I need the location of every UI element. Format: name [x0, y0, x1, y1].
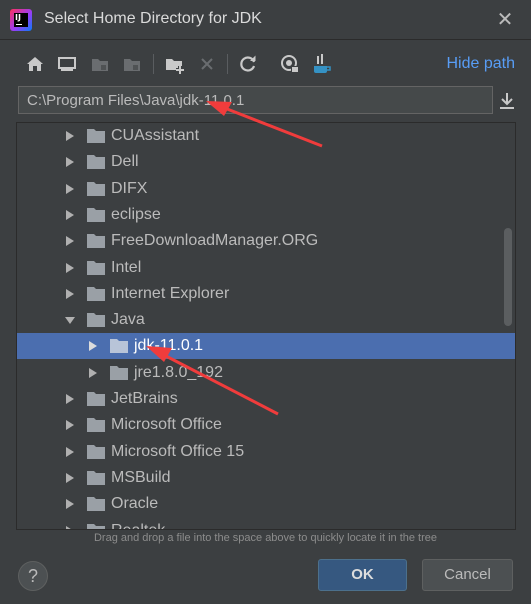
- tree-item[interactable]: CUAssistant: [17, 123, 515, 149]
- tree-item[interactable]: FreeDownloadManager.ORG: [17, 228, 515, 254]
- tree-item[interactable]: Dell: [17, 149, 515, 175]
- dialog-title: Select Home Directory for JDK: [44, 10, 262, 27]
- tree-item-label: FreeDownloadManager.ORG: [111, 232, 319, 250]
- tree-item-label: Java: [111, 311, 145, 329]
- tree-item-label: jre1.8.0_192: [134, 363, 223, 381]
- chevron-right-icon[interactable]: [65, 157, 75, 168]
- help-button[interactable]: ?: [18, 561, 48, 591]
- tree-item-label: DIFX: [111, 179, 148, 197]
- toolbar-divider: [227, 54, 228, 74]
- folder-icon: [87, 129, 105, 143]
- tree-item[interactable]: Realtek: [17, 518, 515, 531]
- tree-item[interactable]: JetBrains: [17, 386, 515, 412]
- tree-item-label: jdk-11.0.1: [134, 337, 204, 355]
- folder-icon: [87, 444, 105, 459]
- tree-item-label: Intel: [111, 258, 142, 276]
- chevron-right-icon[interactable]: [65, 525, 75, 531]
- chevron-right-icon[interactable]: [65, 131, 75, 141]
- new-folder-icon[interactable]: [163, 52, 187, 76]
- toolbar-divider: [153, 54, 154, 74]
- tree-item-label: eclipse: [111, 205, 161, 223]
- tree-item-label: Microsoft Office: [111, 416, 222, 434]
- tree-item[interactable]: Oracle: [17, 491, 515, 517]
- toolbar: Hide path: [0, 48, 531, 80]
- folder-icon: [87, 418, 105, 433]
- folder-icon: [87, 181, 105, 196]
- ok-button[interactable]: OK: [318, 559, 407, 591]
- chevron-right-icon[interactable]: [65, 183, 75, 194]
- tree-item-label: Dell: [111, 153, 139, 171]
- tree-item-label: CUAssistant: [111, 127, 200, 144]
- chevron-right-icon[interactable]: [65, 394, 75, 404]
- chevron-right-icon[interactable]: [65, 262, 75, 273]
- close-icon: ✕: [496, 9, 514, 31]
- title-bar: IJ Select Home Directory for JDK ✕: [0, 0, 531, 40]
- folder-icon: [87, 207, 105, 222]
- tree-item-label: JetBrains: [111, 390, 178, 407]
- tree-item[interactable]: MSBuild: [17, 465, 515, 491]
- chevron-right-icon[interactable]: [65, 236, 75, 247]
- drag-drop-hint: Drag and drop a file into the space abov…: [93, 532, 438, 544]
- tree-item[interactable]: DIFX: [17, 176, 515, 202]
- tree-item[interactable]: Internet Explorer: [17, 281, 515, 307]
- tree-item[interactable]: jdk-11.0.1: [17, 333, 515, 360]
- path-field[interactable]: [18, 86, 493, 114]
- folder-icon: [87, 155, 105, 170]
- desktop-icon[interactable]: [55, 52, 79, 76]
- delete-icon: [195, 52, 219, 76]
- chevron-right-icon[interactable]: [65, 288, 75, 299]
- tree-item-label: Realtek: [111, 521, 166, 530]
- hide-path-link[interactable]: Hide path: [447, 55, 516, 73]
- close-button[interactable]: ✕: [493, 8, 517, 32]
- module-icon: [120, 52, 144, 76]
- tree-item[interactable]: jre1.8.0_192: [17, 360, 515, 386]
- chevron-down-icon[interactable]: [65, 315, 75, 325]
- folder-icon: [87, 313, 105, 328]
- folder-icon: [87, 260, 105, 275]
- folder-icon: [110, 339, 128, 354]
- path-input[interactable]: [19, 87, 492, 113]
- directory-tree[interactable]: CUAssistant Dell DIFX eclipse FreeDownloadMa…: [16, 122, 516, 530]
- folder-icon: [87, 523, 105, 529]
- project-icon: [88, 52, 112, 76]
- chevron-right-icon[interactable]: [65, 420, 75, 431]
- tree-item[interactable]: eclipse: [17, 202, 515, 228]
- tree-item-label: Internet Explorer: [111, 284, 230, 302]
- app-logo-text: IJ: [14, 13, 28, 27]
- tree-item[interactable]: Microsoft Office 15: [17, 439, 515, 465]
- chevron-right-icon[interactable]: [65, 446, 75, 457]
- folder-icon: [87, 470, 105, 485]
- folder-icon: [87, 392, 105, 406]
- help-icon: ?: [27, 566, 38, 586]
- chevron-right-icon[interactable]: [65, 209, 75, 220]
- show-hidden-icon[interactable]: [278, 52, 302, 76]
- chevron-right-icon[interactable]: [88, 367, 98, 378]
- tree-item-label: Oracle: [111, 495, 159, 513]
- folder-icon: [87, 286, 105, 301]
- jdk-icon[interactable]: [310, 52, 334, 76]
- chevron-right-icon[interactable]: [65, 472, 75, 483]
- cancel-button[interactable]: Cancel: [422, 559, 513, 591]
- folder-icon: [87, 234, 105, 249]
- tree-item[interactable]: Java: [17, 307, 515, 333]
- folder-icon: [87, 497, 105, 512]
- folder-icon: [110, 365, 128, 380]
- vertical-scrollbar[interactable]: [504, 228, 512, 326]
- tree-item-label: Microsoft Office 15: [111, 442, 245, 460]
- tree-item-label: MSBuild: [111, 468, 171, 486]
- tree-item[interactable]: Intel: [17, 255, 515, 281]
- download-icon[interactable]: [497, 90, 517, 112]
- chevron-right-icon[interactable]: [88, 341, 98, 352]
- refresh-icon[interactable]: [236, 52, 260, 76]
- home-icon[interactable]: [23, 52, 47, 76]
- intellij-logo-icon: IJ: [10, 9, 32, 31]
- chevron-right-icon[interactable]: [65, 499, 75, 510]
- tree-item[interactable]: Microsoft Office: [17, 412, 515, 438]
